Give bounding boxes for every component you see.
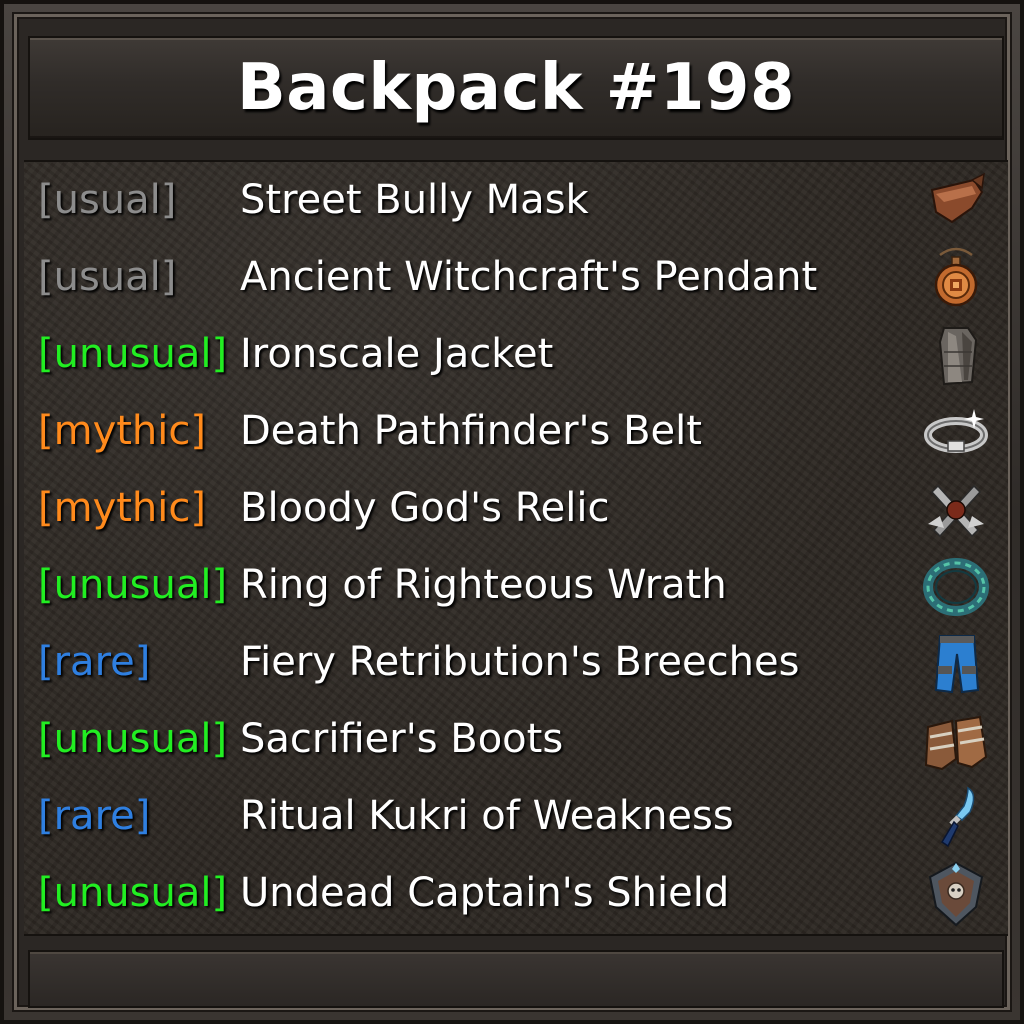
shield-icon bbox=[922, 861, 990, 927]
kukri-icon bbox=[922, 784, 990, 850]
item-name: Undead Captain's Shield bbox=[240, 870, 730, 916]
item-name: Ironscale Jacket bbox=[240, 331, 554, 377]
item-name: Ancient Witchcraft's Pendant bbox=[240, 254, 818, 300]
item-name: Ring of Righteous Wrath bbox=[240, 562, 727, 608]
rarity-label: [rare] bbox=[38, 793, 151, 839]
item-name: Street Bully Mask bbox=[240, 177, 589, 223]
ring-icon bbox=[922, 553, 990, 619]
belt-icon bbox=[922, 399, 990, 465]
backpack-window: Backpack #198 [usual] Street Bully Mask … bbox=[0, 0, 1024, 1024]
rarity-label: [usual] bbox=[38, 177, 177, 223]
relic-icon bbox=[922, 476, 990, 542]
breeches-icon bbox=[922, 630, 990, 696]
list-item[interactable]: [unusual] Sacrifier's Boots bbox=[24, 701, 1008, 778]
item-name: Sacrifier's Boots bbox=[240, 716, 564, 762]
list-item[interactable]: [rare] Fiery Retribution's Breeches bbox=[24, 624, 1008, 701]
list-item[interactable]: [mythic] Death Pathfinder's Belt bbox=[24, 393, 1008, 470]
footer-bar bbox=[28, 950, 1004, 1008]
list-item[interactable]: [unusual] Ironscale Jacket bbox=[24, 316, 1008, 393]
item-name: Death Pathfinder's Belt bbox=[240, 408, 702, 454]
rarity-label: [unusual] bbox=[38, 870, 228, 916]
rarity-label: [unusual] bbox=[38, 562, 228, 608]
rarity-label: [usual] bbox=[38, 254, 177, 300]
list-item[interactable]: [mythic] Bloody God's Relic bbox=[24, 470, 1008, 547]
item-name: Bloody God's Relic bbox=[240, 485, 610, 531]
list-item[interactable]: [rare] Ritual Kukri of Weakness bbox=[24, 778, 1008, 855]
mask-icon bbox=[922, 168, 990, 234]
item-list: [usual] Street Bully Mask [usual] Ancien… bbox=[24, 160, 1008, 936]
title-bar: Backpack #198 bbox=[28, 36, 1004, 140]
rarity-label: [unusual] bbox=[38, 331, 228, 377]
list-item[interactable]: [usual] Ancient Witchcraft's Pendant bbox=[24, 239, 1008, 316]
rarity-label: [mythic] bbox=[38, 485, 206, 531]
boots-icon bbox=[922, 707, 990, 773]
rarity-label: [mythic] bbox=[38, 408, 206, 454]
list-item[interactable]: [usual] Street Bully Mask bbox=[24, 162, 1008, 239]
item-name: Ritual Kukri of Weakness bbox=[240, 793, 734, 839]
list-item[interactable]: [unusual] Ring of Righteous Wrath bbox=[24, 547, 1008, 624]
jacket-icon bbox=[922, 322, 990, 388]
rarity-label: [unusual] bbox=[38, 716, 228, 762]
list-item[interactable]: [unusual] Undead Captain's Shield bbox=[24, 855, 1008, 932]
rarity-label: [rare] bbox=[38, 639, 151, 685]
pendant-icon bbox=[922, 245, 990, 311]
backpack-title: Backpack #198 bbox=[237, 51, 795, 125]
item-name: Fiery Retribution's Breeches bbox=[240, 639, 800, 685]
